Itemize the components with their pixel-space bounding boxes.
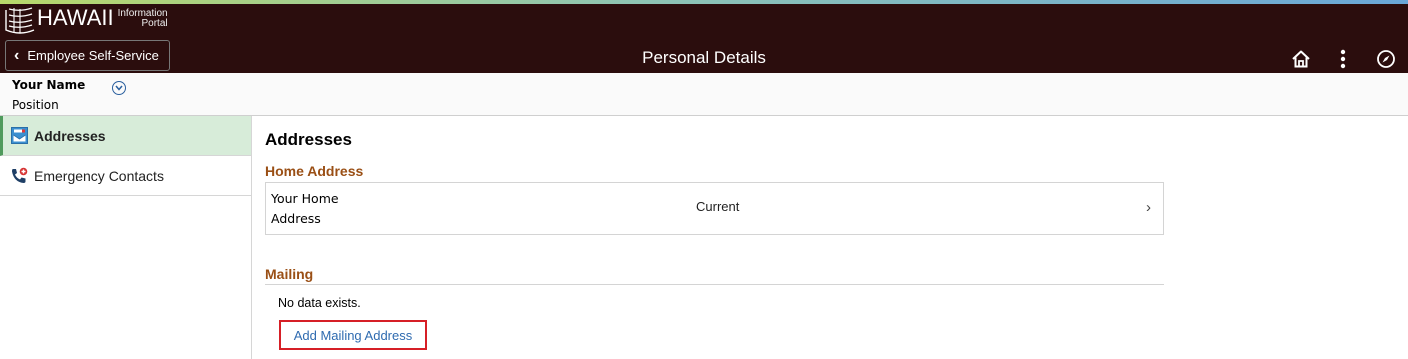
sidebar-item-label: Addresses	[34, 127, 106, 144]
addresses-icon	[10, 127, 28, 145]
portal-logo[interactable]: HAWAII Information Portal	[4, 6, 168, 36]
chevron-down-icon	[115, 85, 123, 91]
person-info-bar: Your Name Position	[0, 73, 1408, 116]
mailing-divider	[265, 284, 1164, 285]
chevron-right-icon: ›	[1146, 199, 1151, 216]
logo-mark-icon	[5, 7, 35, 34]
sidebar-item-label: Emergency Contacts	[34, 167, 164, 184]
home-icon[interactable]	[1289, 47, 1313, 71]
person-name: Your Name	[12, 78, 86, 92]
page-title: Personal Details	[642, 48, 766, 67]
navbar-icon[interactable]	[1374, 47, 1398, 71]
sidebar-item-addresses[interactable]: Addresses	[0, 116, 251, 156]
logo-text: HAWAII	[37, 5, 114, 30]
mailing-empty-text: No data exists.	[278, 296, 361, 310]
home-address-heading: Home Address	[265, 163, 364, 179]
home-address-row[interactable]: Your Home Address Current ›	[265, 182, 1164, 235]
logo-subtitle-line-2: Portal	[141, 18, 168, 29]
main-content: Addresses Home Address Your Home Address…	[252, 116, 1408, 359]
mailing-heading: Mailing	[265, 266, 314, 282]
home-address-status: Current	[696, 199, 740, 214]
add-mailing-address-button[interactable]: Add Mailing Address	[279, 320, 427, 350]
person-details-toggle[interactable]	[112, 81, 126, 95]
home-address-text: Your Home Address	[271, 191, 339, 226]
sidebar-item-emergency-contacts[interactable]: Emergency Contacts	[0, 156, 251, 196]
more-options-icon[interactable]	[1331, 47, 1355, 71]
person-position: Position	[12, 98, 59, 112]
emergency-contacts-icon	[10, 167, 28, 185]
header-banner: HAWAII Information Portal ‹ Employee Sel…	[0, 4, 1408, 73]
section-title: Addresses	[265, 130, 352, 149]
logo-subtitle: Information Portal	[118, 9, 168, 29]
sidebar: Addresses Emergency Contacts	[0, 116, 252, 359]
